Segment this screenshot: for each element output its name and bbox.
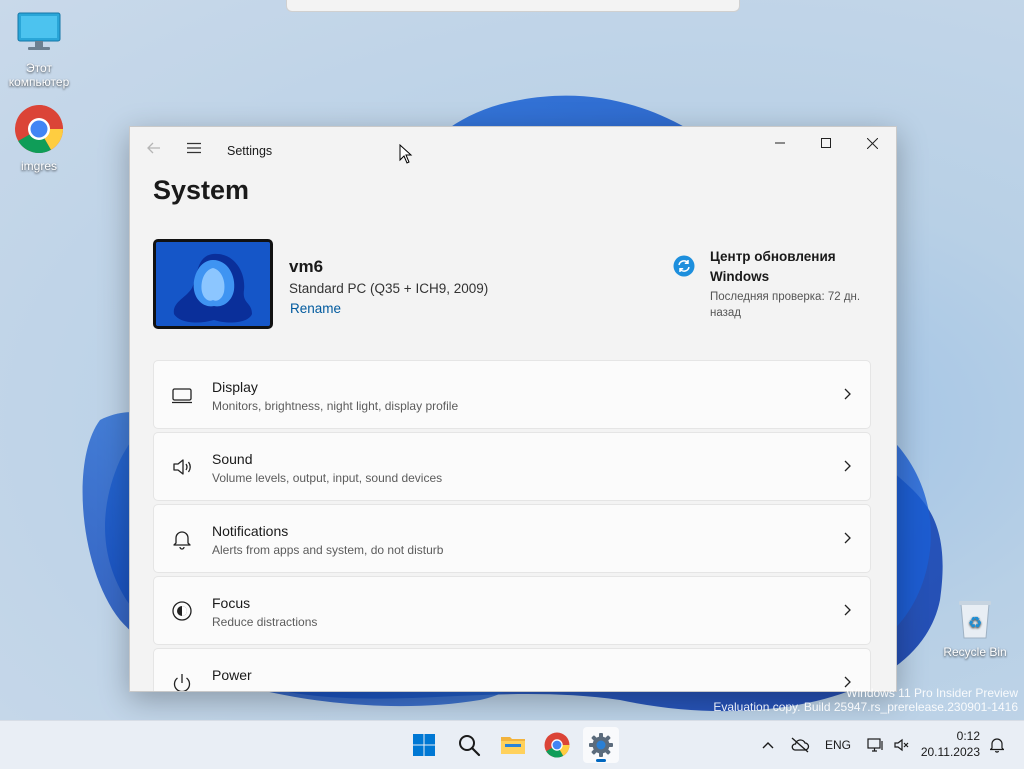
monitor-icon	[3, 10, 75, 59]
row-subtitle: Volume levels, output, input, sound devi…	[212, 471, 443, 485]
row-title: Notifications	[212, 523, 289, 539]
device-model: Standard PC (Q35 + ICH9, 2009)	[289, 281, 489, 296]
minimize-button[interactable]	[757, 127, 803, 159]
recycle-bin-icon: ♻	[939, 598, 1011, 643]
chevron-right-icon	[844, 532, 851, 544]
show-hidden-icons-button[interactable]	[756, 721, 780, 769]
desktop-icon-label: Этот компьютер	[8, 61, 70, 89]
bell-icon	[173, 531, 191, 550]
close-icon	[866, 137, 878, 149]
file-explorer-button[interactable]	[495, 727, 531, 763]
chevron-up-icon	[762, 742, 774, 749]
chrome-icon	[3, 104, 75, 157]
onedrive-tray-button[interactable]	[786, 721, 814, 769]
update-last-check: Последняя проверка: 72 дн. назад	[710, 291, 861, 319]
start-button[interactable]	[406, 727, 442, 763]
settings-taskbar-button[interactable]	[583, 727, 619, 763]
settings-window: Settings System vm6 Standard PC (Q35 + I…	[129, 126, 897, 692]
desktop-icon-imgres[interactable]: imgres	[3, 104, 75, 173]
search-icon	[459, 735, 481, 757]
notifications-tray-button[interactable]	[986, 721, 1008, 769]
bell-icon	[990, 738, 1004, 753]
watermark-line-1: Windows 11 Pro Insider Preview	[846, 686, 1018, 700]
folder-icon	[501, 737, 525, 754]
chevron-right-icon	[844, 604, 851, 616]
clock-date: 20.11.2023	[920, 745, 980, 759]
back-button[interactable]	[136, 133, 172, 163]
search-button[interactable]	[451, 727, 487, 763]
row-subtitle: Monitors, brightness, night light, displ…	[212, 399, 459, 413]
row-title: Sound	[212, 451, 253, 467]
page-title: System	[153, 175, 250, 205]
windows-logo-icon	[413, 734, 435, 756]
chevron-right-icon	[844, 388, 851, 400]
volume-tray-button[interactable]	[890, 721, 912, 769]
windows-update-icon[interactable]	[673, 255, 695, 277]
row-subtitle: Alerts from apps and system, do not dist…	[212, 543, 444, 557]
display-icon	[172, 388, 192, 404]
minimize-icon	[775, 142, 785, 144]
evaluation-watermark: Windows 11 Pro Insider Preview Evaluatio…	[713, 686, 1018, 714]
wallpaper-preview-icon	[156, 242, 270, 326]
settings-row-display[interactable]: Display Monitors, brightness, night ligh…	[153, 360, 871, 429]
nav-menu-button[interactable]	[176, 133, 212, 163]
arrow-left-icon	[147, 142, 160, 154]
gear-icon	[589, 733, 613, 757]
app-title: Settings	[227, 144, 273, 158]
row-title: Power	[212, 667, 252, 683]
desktop-icon-recycle-bin[interactable]: ♻ Recycle Bin	[939, 598, 1011, 659]
watermark-line-2: Evaluation copy. Build 25947.rs_prerelea…	[713, 700, 1018, 714]
taskbar: ENG 0:12 20.11.2023	[0, 720, 1024, 769]
chrome-icon	[544, 732, 570, 758]
desktop-icon-this-pc[interactable]: Этот компьютер	[3, 10, 75, 89]
row-subtitle: Reduce distractions	[212, 615, 318, 629]
clock[interactable]: 0:12 20.11.2023	[921, 728, 980, 760]
settings-row-focus[interactable]: Focus Reduce distractions	[153, 576, 871, 645]
clock-time: 0:12	[956, 729, 980, 743]
update-title[interactable]: Центр обновления Windows	[710, 247, 870, 287]
row-title: Focus	[212, 595, 251, 611]
title-bar[interactable]: Settings	[130, 127, 896, 175]
cloud-offline-icon	[791, 737, 810, 753]
language-indicator[interactable]: ENG	[820, 721, 856, 769]
close-button[interactable]	[849, 127, 895, 159]
chrome-taskbar-button[interactable]	[539, 727, 575, 763]
row-title: Display	[212, 379, 258, 395]
network-tray-button[interactable]	[864, 721, 888, 769]
desktop-icon-label: Recycle Bin	[943, 645, 1007, 659]
desktop-icon-label: imgres	[20, 159, 57, 173]
network-computer-icon	[867, 738, 883, 752]
power-icon	[173, 674, 191, 691]
maximize-button[interactable]	[803, 127, 849, 159]
svg-text:♻: ♻	[968, 613, 982, 632]
settings-row-sound[interactable]: Sound Volume levels, output, input, soun…	[153, 432, 871, 501]
device-wallpaper-thumbnail[interactable]	[153, 239, 273, 329]
speaker-muted-icon	[894, 738, 909, 752]
window-edge-strip	[286, 0, 740, 12]
mouse-cursor-icon	[399, 144, 413, 164]
focus-icon	[172, 601, 192, 621]
maximize-icon	[821, 138, 831, 148]
settings-row-notifications[interactable]: Notifications Alerts from apps and syste…	[153, 504, 871, 573]
hamburger-icon	[187, 142, 201, 154]
chevron-right-icon	[844, 460, 851, 472]
rename-link[interactable]: Rename	[290, 301, 341, 316]
device-name: vm6	[289, 257, 324, 276]
speaker-icon	[173, 459, 191, 475]
